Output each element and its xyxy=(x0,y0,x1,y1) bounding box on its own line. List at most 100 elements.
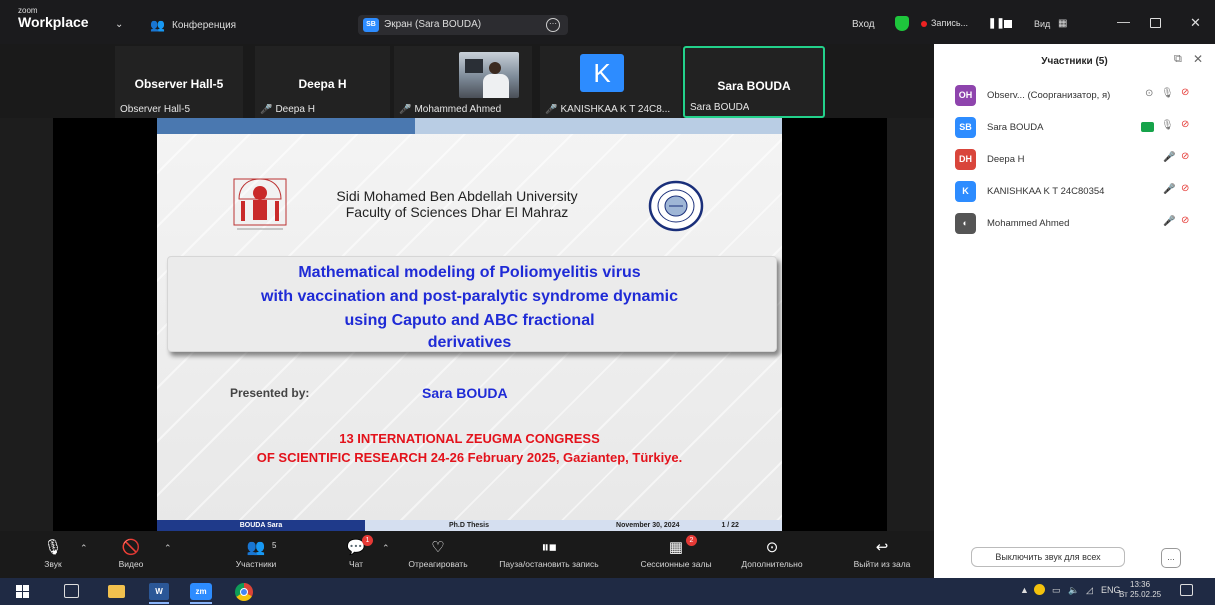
panel-more-button[interactable]: ... xyxy=(1161,548,1181,568)
mute-all-button[interactable]: Выключить звук для всех xyxy=(971,547,1125,567)
view-menu-label[interactable]: Вид xyxy=(1034,19,1050,29)
windows-start-icon[interactable] xyxy=(16,585,30,599)
audio-button[interactable]: 🎙 Звук ⌃ xyxy=(38,537,87,569)
mic-muted-icon[interactable]: 🎤 xyxy=(1163,152,1175,163)
participant-row[interactable]: OH Observ... (Соорганизатор, я) ⊙ 🎙 ⊘ xyxy=(934,79,1215,111)
university-name: Sidi Mohamed Ben Abdellah University xyxy=(336,188,578,204)
tile-label: Sara BOUDA xyxy=(690,102,750,113)
screen-share-pill[interactable]: SB Экран (Sara BOUDA) ⋯ xyxy=(358,15,568,35)
mic-icon[interactable]: 🎙 xyxy=(1161,120,1174,131)
participant-name: Observ... (Соорганизатор, я) xyxy=(987,90,1111,101)
chat-badge: 1 xyxy=(362,535,373,546)
popout-icon[interactable]: ⧉ xyxy=(1174,53,1182,66)
maximize-icon[interactable] xyxy=(1150,18,1161,28)
mic-muted-icon: 🎤 xyxy=(545,104,558,115)
more-icon: ⊙ xyxy=(765,539,779,556)
camera-off-icon[interactable]: ⊘ xyxy=(1181,87,1189,98)
slide-title-line: using Caputo and ABC fractional xyxy=(344,312,595,329)
participant-row[interactable]: SB Sara BOUDA 🎙 ⊘ xyxy=(934,111,1215,143)
volume-icon[interactable]: 🔈 xyxy=(1068,585,1079,596)
participant-row[interactable]: ◐ Mohammed Ahmed 🎤 ⊘ xyxy=(934,207,1215,239)
participants-label: Участники xyxy=(235,559,277,569)
camera-off-icon[interactable]: ⊘ xyxy=(1181,151,1189,162)
more-label: Дополнительно xyxy=(741,559,803,569)
react-button[interactable]: ♡ Отреагировать xyxy=(402,537,474,569)
tile-label: KANISHKAA K T 24C8... xyxy=(560,104,671,115)
video-button[interactable]: 🚫 Видео ⌃ xyxy=(114,537,172,569)
breakout-rooms-button[interactable]: ▦ 2 Сессионные залы xyxy=(631,535,721,569)
sharer-avatar: SB xyxy=(363,18,379,32)
chevron-up-icon[interactable]: ⌃ xyxy=(164,543,172,554)
participant-avatar: OH xyxy=(955,85,976,106)
more-button[interactable]: ⊙ Дополнительно xyxy=(733,537,811,569)
presented-by-label: Presented by: xyxy=(230,386,310,400)
chat-label: Чат xyxy=(348,559,364,569)
participant-row[interactable]: DH Deepa H 🎤 ⊘ xyxy=(934,143,1215,175)
pause-stop-recording-button[interactable]: ⏸⏹ Пауза/остановить запись xyxy=(492,537,606,569)
participants-button[interactable]: 👥 5 Участники xyxy=(228,537,284,569)
meeting-people-icon[interactable]: 👥 xyxy=(150,18,165,32)
leave-button[interactable]: ↩ Выйти из зала xyxy=(846,537,918,569)
breakout-badge: 2 xyxy=(686,535,697,546)
presentation-slide: Sidi Mohamed Ben Abdellah University Fac… xyxy=(157,118,782,531)
notifications-icon[interactable] xyxy=(1180,584,1193,596)
security-shield-icon[interactable] xyxy=(895,16,909,31)
chevron-up-icon[interactable]: ⌃ xyxy=(382,543,390,554)
more-options-icon[interactable]: ⋯ xyxy=(546,18,560,32)
tile-label: Mohammed Ahmed xyxy=(414,104,502,115)
meeting-menu-label[interactable]: Конференция xyxy=(172,20,236,31)
chrome-app-icon[interactable] xyxy=(235,583,253,601)
close-icon[interactable]: ✕ xyxy=(1190,15,1201,31)
camera-off-icon[interactable]: ⊘ xyxy=(1181,215,1189,226)
mic-icon[interactable]: 🎙 xyxy=(1161,88,1174,99)
chat-button[interactable]: 💬 1 Чат ⌃ xyxy=(336,535,390,569)
minimize-icon[interactable]: — xyxy=(1117,14,1130,29)
video-tile[interactable]: 🎤 Mohammed Ahmed xyxy=(394,46,532,118)
grid-view-icon[interactable]: ▦ xyxy=(1058,18,1067,29)
screen-share-label: Экран (Sara BOUDA) xyxy=(384,19,482,30)
title-bar: zoom Workplace ⌄ 👥 Конференция SB Экран … xyxy=(0,0,1215,44)
congress-line: OF SCIENTIFIC RESEARCH 24-26 February 20… xyxy=(256,450,683,465)
network-icon[interactable]: ◿ xyxy=(1086,585,1093,596)
chevron-down-icon[interactable]: ⌄ xyxy=(115,19,123,30)
recording-label: Запись... xyxy=(931,18,969,28)
tray-app-icon[interactable] xyxy=(1034,584,1045,595)
clock-date: Вт 25.02.25 xyxy=(1119,590,1162,599)
camera-off-icon[interactable]: ⊘ xyxy=(1181,119,1189,130)
participant-avatar: SB xyxy=(955,117,976,138)
slide-title-line: with vaccination and post-paralytic synd… xyxy=(261,288,678,305)
close-icon[interactable]: ✕ xyxy=(1193,52,1203,66)
more-options-icon[interactable]: ⊙ xyxy=(1145,88,1153,99)
file-explorer-icon[interactable] xyxy=(108,585,125,598)
task-view-icon[interactable] xyxy=(64,584,79,598)
video-tile[interactable]: Deepa H 🎤 Deepa H xyxy=(255,46,390,118)
mic-muted-icon[interactable]: 🎤 xyxy=(1163,184,1175,195)
breakout-label: Сессионные залы xyxy=(640,559,712,569)
video-tile[interactable]: Observer Hall-5 Observer Hall-5 xyxy=(115,46,243,118)
stop-recording-icon[interactable] xyxy=(1004,20,1012,28)
battery-icon[interactable]: ▭ xyxy=(1052,585,1061,596)
active-speaker-tile[interactable]: Sara BOUDA Sara BOUDA xyxy=(683,46,825,118)
audio-label: Звук xyxy=(44,559,62,569)
breakout-rooms-icon: ▦ xyxy=(668,539,684,556)
video-strip: Observer Hall-5 Observer Hall-5 Deepa H … xyxy=(0,44,934,118)
pause-recording-icon[interactable]: ❚❚ xyxy=(988,18,1005,29)
faculty-seal-icon xyxy=(648,180,704,232)
camera-off-icon[interactable]: ⊘ xyxy=(1181,183,1189,194)
video-label: Видео xyxy=(118,559,144,569)
reaction-icon: ♡ xyxy=(431,539,445,556)
mic-muted-icon: 🎤 xyxy=(260,104,273,115)
footer-date-page: November 30, 2024 1 / 22 xyxy=(573,520,782,531)
taskbar-clock[interactable]: 13:36 Вт 25.02.25 xyxy=(1119,580,1161,600)
participant-avatar: K xyxy=(955,181,976,202)
word-app-icon[interactable]: W xyxy=(149,583,169,600)
participant-name: Sara BOUDA xyxy=(987,122,1044,133)
zoom-app-icon[interactable]: zm xyxy=(190,583,212,600)
language-indicator[interactable]: ENG xyxy=(1101,585,1121,595)
tray-expand-icon[interactable]: ▲ xyxy=(1020,585,1029,595)
chevron-up-icon[interactable]: ⌃ xyxy=(80,543,88,554)
mic-muted-icon[interactable]: 🎤 xyxy=(1163,216,1175,227)
participant-row[interactable]: K KANISHKAA K T 24C80354 🎤 ⊘ xyxy=(934,175,1215,207)
video-tile[interactable]: K 🎤 KANISHKAA K T 24C8... xyxy=(540,46,681,118)
signin-label[interactable]: Вход xyxy=(852,19,875,30)
